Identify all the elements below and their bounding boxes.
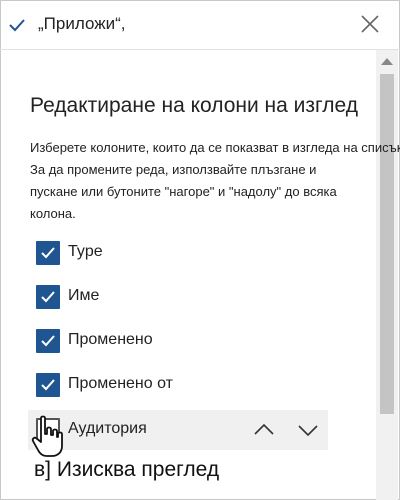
header-title: „Приложи“, [38, 14, 126, 33]
badge-text: Изисква преглед [56, 458, 220, 481]
column-checkbox[interactable] [36, 373, 60, 397]
instructions-line: За да промените реда, използвайте плъзга… [30, 162, 317, 177]
panel-title: Редактиране на колони на изглед [30, 94, 358, 117]
vertical-scrollbar[interactable] [376, 50, 398, 500]
checkmark-icon [41, 247, 55, 259]
column-checkbox[interactable] [36, 285, 60, 309]
checkmark-icon [41, 291, 55, 303]
column-row-modified-by[interactable]: Променено от [28, 365, 328, 405]
column-row-modified[interactable]: Променено [28, 321, 328, 361]
column-checkbox[interactable] [36, 418, 60, 442]
instructions-text: Изберете колоните, които да се показват … [30, 137, 400, 225]
column-checkbox[interactable] [36, 241, 60, 265]
close-icon[interactable] [358, 12, 382, 36]
column-row-audience[interactable]: Аудитория [28, 410, 328, 450]
scroll-up-arrow-icon[interactable] [376, 53, 398, 71]
scrollbar-thumb[interactable] [380, 74, 394, 414]
column-label: Type [68, 243, 103, 260]
column-label: Име [68, 287, 100, 304]
instructions-line: колона. [30, 206, 76, 221]
checkmark-icon [41, 379, 55, 391]
instructions-line: пускане или бутоните "нагоре" и "надолу"… [30, 184, 337, 199]
column-label: Променено от [68, 375, 173, 392]
review-required-badge: в] Изисква преглед [34, 458, 219, 482]
column-label: Променено [68, 331, 153, 348]
column-row-name[interactable]: Име [28, 277, 328, 317]
panel-header: „Приложи“, [0, 0, 400, 50]
checkmark-icon[interactable] [7, 15, 27, 35]
checkmark-icon [41, 335, 55, 347]
move-down-chevron-icon[interactable] [294, 416, 322, 444]
badge-letter: в] [34, 458, 51, 481]
move-up-chevron-icon[interactable] [250, 416, 278, 444]
column-row-type[interactable]: Type [28, 233, 328, 273]
column-checkbox[interactable] [36, 329, 60, 353]
instructions-line: Изберете колоните, които да се показват … [30, 140, 400, 155]
column-label: Аудитория [68, 420, 147, 437]
